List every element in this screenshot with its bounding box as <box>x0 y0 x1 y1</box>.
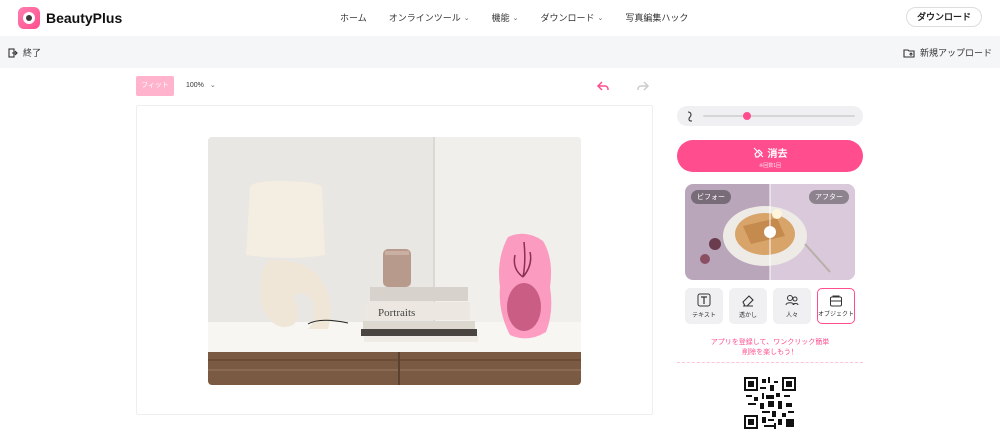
chevron-down-icon: ⌄ <box>597 14 604 22</box>
nav-item-photo-hacks[interactable]: 写真編集ハック <box>625 11 688 24</box>
chevron-down-icon: ⌄ <box>512 14 519 22</box>
divider <box>677 362 863 363</box>
nav-item-label: ダウンロード <box>540 13 595 23</box>
tool-label: 人々 <box>785 313 798 319</box>
text-icon <box>697 293 711 307</box>
main-nav: ホーム オンラインツール ⌄ 機能 ⌄ ダウンロード ⌄ 写真編集ハック <box>340 11 688 24</box>
qr-code <box>744 377 796 429</box>
object-icon <box>830 295 842 307</box>
erase-button[interactable]: 消去 ※回数1回 <box>677 140 863 172</box>
tool-label: オブジェクト <box>818 312 855 318</box>
promo-line-2: 削除を楽しもう！ <box>742 349 798 356</box>
new-upload-button[interactable]: 新規アップロード <box>903 46 992 59</box>
erase-subtitle: ※回数1回 <box>759 163 781 169</box>
svg-text:Portraits: Portraits <box>378 307 415 319</box>
tool-people[interactable]: 人々 <box>773 288 811 324</box>
nav-item-download[interactable]: ダウンロード ⌄ <box>541 11 604 24</box>
exit-icon <box>8 47 18 58</box>
app-name: BeautyPlus <box>46 10 123 26</box>
chevron-down-icon: ⌄ <box>463 14 470 22</box>
brush-icon <box>687 111 693 122</box>
nav-item-label: 写真編集ハック <box>625 13 689 23</box>
zoom-select[interactable]: 100% ⌄ <box>186 81 216 90</box>
erase-icon <box>753 147 763 158</box>
edited-photo[interactable]: Portraits <box>208 137 581 385</box>
erase-title: 消去 <box>767 149 788 160</box>
logo-icon <box>18 7 40 29</box>
logo[interactable]: BeautyPlus <box>18 7 122 29</box>
people-icon <box>785 295 799 306</box>
undo-icon[interactable] <box>596 80 610 92</box>
slider-track[interactable] <box>703 115 855 117</box>
redo-icon[interactable] <box>636 80 650 92</box>
nav-item-home[interactable]: ホーム <box>340 11 367 24</box>
exit-button[interactable]: 終了 <box>8 46 41 59</box>
top-navigation: BeautyPlus ホーム オンラインツール ⌄ 機能 ⌄ ダウンロード ⌄ 写真編… <box>0 0 1000 36</box>
tool-label: 透かし <box>738 313 757 319</box>
nav-item-label: 機能 <box>491 13 510 23</box>
nav-item-online-tools[interactable]: オンラインツール ⌄ <box>389 11 470 24</box>
tool-group: テキスト 透かし 人々 オブジェクト <box>685 288 855 324</box>
eraser-icon <box>742 295 754 307</box>
tool-object[interactable]: オブジェクト <box>817 288 855 324</box>
download-button[interactable]: ダウンロード <box>905 7 982 27</box>
new-upload-label: 新規アップロード <box>919 48 992 58</box>
slider-knob[interactable] <box>743 112 751 120</box>
tool-text[interactable]: テキスト <box>685 288 723 324</box>
app-promo: アプリを登録して、ワンクリック簡単 削除を楽しもう！ <box>677 338 863 363</box>
editor-subbar: 終了 新規アップロード <box>0 36 1000 68</box>
before-after-preview[interactable]: ビフォー アフター <box>685 184 855 280</box>
folder-upload-icon <box>903 48 915 58</box>
promo-line-1: アプリを登録して、ワンクリック簡単 <box>710 339 830 346</box>
nav-item-label: オンラインツール <box>388 13 461 23</box>
nav-item-label: ホーム <box>340 13 367 23</box>
tool-label: テキスト <box>692 313 716 319</box>
brush-size-slider[interactable] <box>677 106 863 126</box>
before-label: ビフォー <box>691 190 731 204</box>
after-label: アフター <box>809 190 849 204</box>
tool-watermark[interactable]: 透かし <box>729 288 767 324</box>
exit-label: 終了 <box>23 48 42 58</box>
fit-button[interactable]: フィット <box>136 76 174 96</box>
chevron-down-icon: ⌄ <box>209 82 216 89</box>
zoom-value: 100% <box>186 81 204 89</box>
nav-item-features[interactable]: 機能 ⌄ <box>492 11 519 24</box>
